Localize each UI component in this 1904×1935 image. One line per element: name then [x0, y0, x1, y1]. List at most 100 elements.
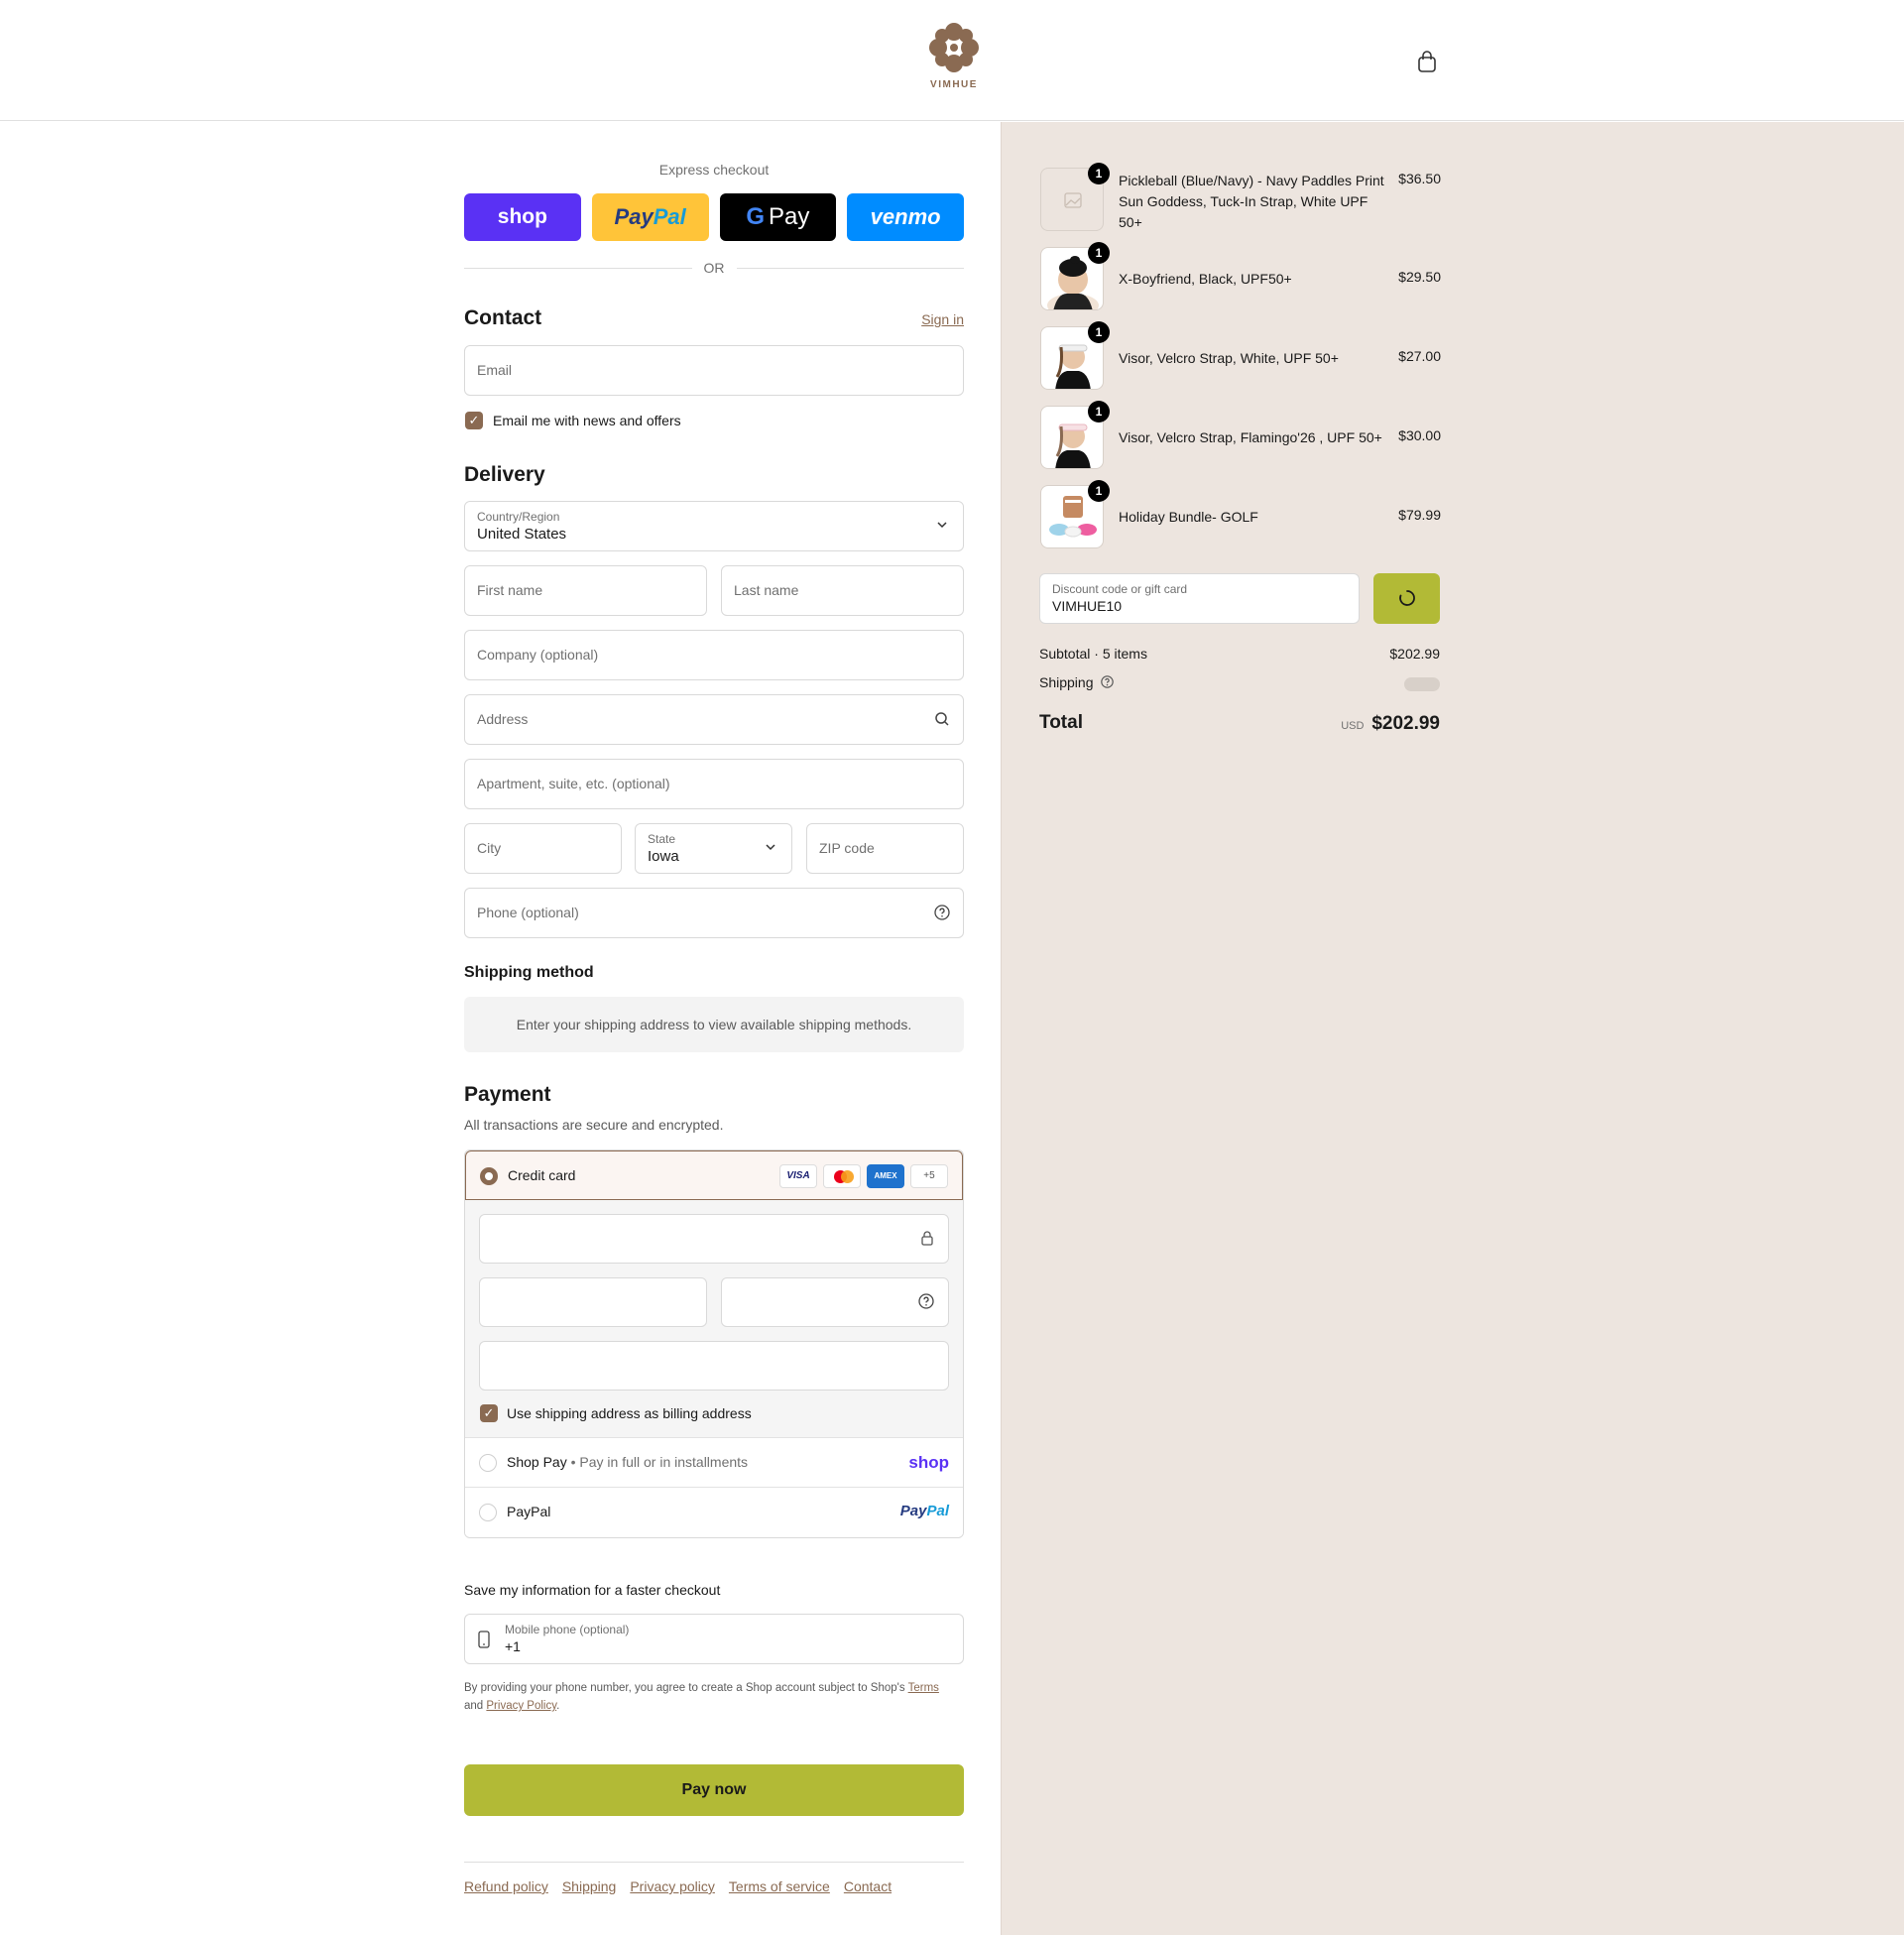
- address-field[interactable]: Address: [464, 694, 964, 745]
- credit-card-option[interactable]: Credit card VISA AMEX +5: [465, 1150, 963, 1200]
- google-pay-button[interactable]: G Pay: [719, 193, 837, 241]
- state-select[interactable]: State Iowa: [635, 823, 792, 874]
- paypal-logo: PayPal: [899, 1503, 949, 1519]
- order-item: 1 Pickleball (Blue/Navy) - Navy Paddles …: [1040, 163, 1441, 231]
- shipping-label: Shipping: [1039, 674, 1094, 690]
- chevron-down-icon: [933, 518, 951, 536]
- billing-address-checkbox[interactable]: ✓: [480, 1404, 498, 1422]
- discount-code-field[interactable]: Discount code or gift card VIMHUE10: [1039, 573, 1360, 624]
- pay-now-button[interactable]: Pay now: [464, 1764, 964, 1816]
- first-name-placeholder: First name: [477, 582, 543, 598]
- express-checkout-label: Express checkout: [658, 162, 770, 178]
- loading-spinner-icon: [1398, 590, 1415, 606]
- lock-icon: [920, 1230, 934, 1250]
- shop-legal-text: By providing your phone number, you agre…: [464, 1682, 939, 1712]
- expiration-field[interactable]: [479, 1277, 707, 1327]
- quantity-badge: 1: [1088, 480, 1110, 502]
- shop-pay-button[interactable]: shop: [464, 193, 581, 241]
- shop-pay-label: Shop Pay • Pay in full or in installment…: [507, 1454, 749, 1470]
- item-name: Visor, Velcro Strap, White, UPF 50+: [1119, 350, 1339, 366]
- mobile-phone-icon: [478, 1631, 490, 1652]
- last-name-field[interactable]: Last name: [721, 565, 964, 616]
- card-number-field[interactable]: [479, 1214, 949, 1264]
- item-name: Visor, Velcro Strap, Flamingo'26 , UPF 5…: [1119, 429, 1382, 445]
- help-circle-icon[interactable]: [933, 905, 951, 922]
- payment-subtitle: All transactions are secure and encrypte…: [464, 1117, 724, 1133]
- subtotal-row: Subtotal · 5 items $202.99: [1039, 646, 1440, 662]
- phone-placeholder: Phone (optional): [477, 905, 579, 920]
- payment-heading: Payment: [464, 1083, 551, 1106]
- paypal-button[interactable]: Pay Pal: [591, 193, 709, 241]
- contact-link[interactable]: Contact: [844, 1878, 892, 1894]
- paypal-label: PayPal: [507, 1504, 551, 1519]
- country-value: United States: [477, 526, 567, 543]
- email-field[interactable]: Email: [464, 345, 964, 396]
- mobile-phone-value: +1: [505, 1638, 521, 1654]
- footer-divider: [464, 1862, 964, 1863]
- paypal-option[interactable]: PayPal PayPal: [465, 1488, 963, 1537]
- apartment-field[interactable]: Apartment, suite, etc. (optional): [464, 759, 964, 809]
- security-code-field[interactable]: [721, 1277, 949, 1327]
- email-placeholder: Email: [477, 362, 513, 378]
- item-price: $27.00: [1398, 348, 1441, 364]
- discount-code-value: VIMHUE10: [1052, 598, 1123, 614]
- terms-link[interactable]: Terms: [908, 1682, 939, 1694]
- contact-heading: Contact: [464, 306, 542, 329]
- privacy-policy-link[interactable]: Privacy Policy: [486, 1700, 556, 1712]
- news-checkbox[interactable]: ✓: [465, 412, 483, 429]
- header: VIMHUE: [0, 0, 1904, 121]
- order-item: 1 X-Boyfriend, Black, UPF50+ $29.50: [1040, 242, 1441, 310]
- item-price: $29.50: [1398, 269, 1441, 285]
- mastercard-icon: [823, 1164, 861, 1188]
- refund-policy-link[interactable]: Refund policy: [464, 1878, 548, 1894]
- country-label: Country/Region: [477, 510, 560, 524]
- quantity-badge: 1: [1088, 163, 1110, 184]
- help-circle-icon[interactable]: [918, 1293, 934, 1313]
- credit-card-label: Credit card: [508, 1167, 576, 1183]
- shipping-row: Shipping: [1039, 674, 1440, 691]
- total-amount: USD $202.99: [1341, 713, 1440, 735]
- item-name: Pickleball (Blue/Navy) - Navy Paddles Pr…: [1119, 173, 1384, 230]
- item-price: $30.00: [1398, 427, 1441, 443]
- total-label: Total: [1039, 712, 1083, 733]
- flower-logo-icon: [929, 23, 979, 72]
- mobile-phone-field[interactable]: Mobile phone (optional) +1: [464, 1614, 964, 1664]
- shipping-link[interactable]: Shipping: [562, 1878, 617, 1894]
- visa-icon: VISA: [779, 1164, 817, 1188]
- name-on-card-field[interactable]: [479, 1341, 949, 1391]
- zip-field[interactable]: ZIP code: [806, 823, 964, 874]
- apply-discount-button[interactable]: [1373, 573, 1440, 624]
- zip-placeholder: ZIP code: [819, 840, 875, 856]
- order-item: 1 Holiday Bundle- GOLF $79.99: [1040, 480, 1441, 548]
- terms-of-service-link[interactable]: Terms of service: [729, 1878, 830, 1894]
- shop-pay-radio[interactable]: [479, 1454, 497, 1472]
- shopping-bag-icon[interactable]: [1416, 50, 1438, 73]
- quantity-badge: 1: [1088, 321, 1110, 343]
- help-circle-icon[interactable]: [1101, 675, 1115, 691]
- discount-code-label: Discount code or gift card: [1052, 582, 1188, 596]
- company-field[interactable]: Company (optional): [464, 630, 964, 680]
- phone-field[interactable]: Phone (optional): [464, 888, 964, 938]
- order-item: 1 Visor, Velcro Strap, White, UPF 50+ $2…: [1040, 321, 1441, 390]
- total-row: Total USD $202.99: [1039, 712, 1440, 740]
- order-item: 1 Visor, Velcro Strap, Flamingo'26 , UPF…: [1040, 401, 1441, 469]
- or-divider: OR: [464, 260, 964, 276]
- shop-pay-option[interactable]: Shop Pay • Pay in full or in installment…: [465, 1438, 963, 1488]
- venmo-button[interactable]: venmo: [847, 193, 964, 241]
- brand-name: VIMHUE: [930, 79, 978, 90]
- brand-logo[interactable]: VIMHUE: [922, 22, 986, 90]
- privacy-policy-footer-link[interactable]: Privacy policy: [630, 1878, 715, 1894]
- currency-code: USD: [1341, 720, 1365, 732]
- city-field[interactable]: City: [464, 823, 622, 874]
- paypal-radio[interactable]: [479, 1504, 497, 1521]
- first-name-field[interactable]: First name: [464, 565, 707, 616]
- save-info-heading: Save my information for a faster checkou…: [464, 1582, 721, 1598]
- more-cards-badge: +5: [910, 1164, 948, 1188]
- city-placeholder: City: [477, 840, 502, 856]
- search-icon: [933, 711, 951, 729]
- address-placeholder: Address: [477, 711, 529, 727]
- sign-in-link[interactable]: Sign in: [921, 311, 964, 327]
- item-price: $36.50: [1398, 171, 1441, 186]
- credit-card-radio[interactable]: [480, 1167, 498, 1185]
- country-select[interactable]: Country/Region United States: [464, 501, 964, 551]
